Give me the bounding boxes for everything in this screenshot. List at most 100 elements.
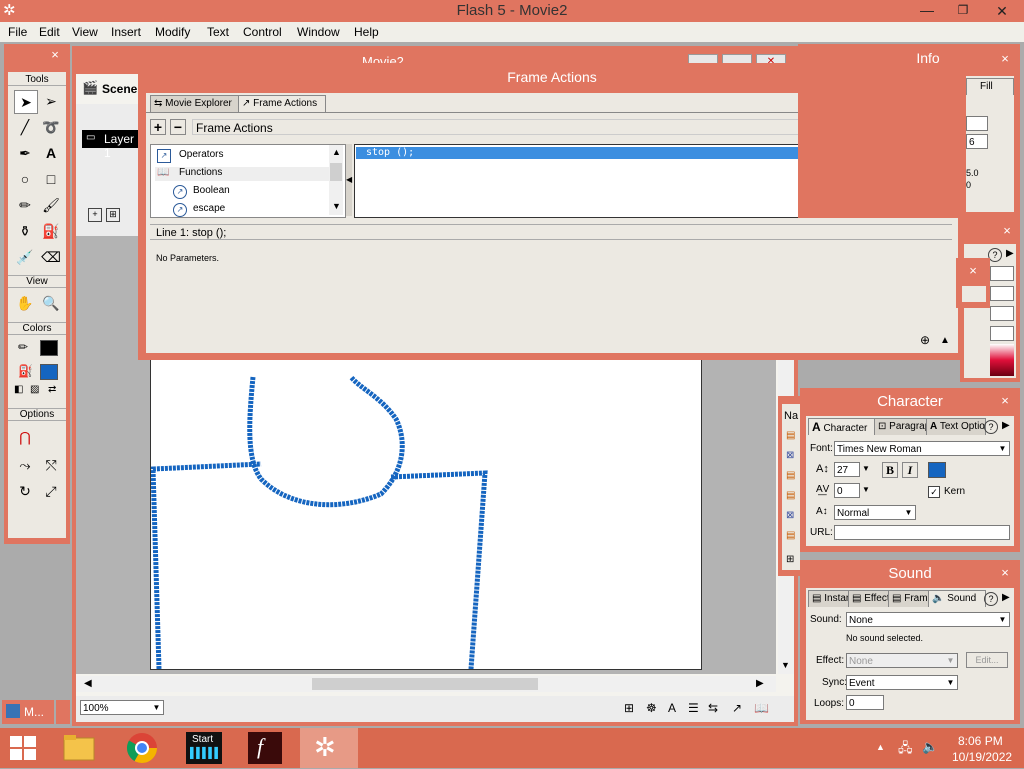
sound-menu-arrow-icon[interactable]: ▶ bbox=[1002, 592, 1010, 603]
library-item-icon[interactable]: ▤ bbox=[786, 530, 795, 541]
pen-tool-icon[interactable]: ✒ bbox=[14, 142, 36, 164]
kern-checkbox[interactable]: ✓ bbox=[928, 486, 940, 498]
stroke-color-swatch[interactable] bbox=[40, 340, 58, 356]
mixer-field-2[interactable] bbox=[990, 286, 1014, 301]
restore-button[interactable]: ❐ bbox=[948, 0, 978, 22]
straighten-icon[interactable]: ⤲ bbox=[40, 454, 62, 476]
minimized-window[interactable]: M... bbox=[2, 700, 54, 724]
zoom-select[interactable]: 100% ▼ bbox=[80, 700, 164, 715]
remove-action-button[interactable]: − bbox=[170, 119, 186, 135]
library-item-icon[interactable]: ▤ bbox=[786, 470, 795, 481]
character-close-button[interactable]: × bbox=[994, 392, 1016, 410]
menu-control[interactable]: Control bbox=[243, 25, 282, 39]
library-item-icon[interactable]: ⊠ bbox=[786, 510, 794, 521]
oval-tool-icon[interactable]: ○ bbox=[14, 168, 36, 190]
tab-instance[interactable]: ▤ Instance bbox=[808, 590, 852, 607]
mixer-field-1[interactable] bbox=[990, 266, 1014, 281]
sound-close-button[interactable]: × bbox=[994, 564, 1016, 582]
color-spectrum[interactable] bbox=[990, 344, 1014, 376]
clock-time[interactable]: 8:06 PM bbox=[958, 734, 1003, 748]
scale-icon[interactable]: ⤢ bbox=[40, 480, 62, 502]
network-icon[interactable]: 🖧 bbox=[898, 739, 913, 761]
file-explorer-icon[interactable] bbox=[62, 732, 100, 764]
loops-field[interactable]: 0 bbox=[846, 695, 884, 710]
menu-view[interactable]: View bbox=[72, 25, 98, 39]
add-guide-layer-icon[interactable]: ⊞ bbox=[106, 208, 120, 222]
library-item-icon[interactable]: ⊠ bbox=[786, 450, 794, 461]
tab-fill[interactable]: Fill bbox=[966, 78, 1014, 95]
mixer-help-icon[interactable]: ? bbox=[988, 248, 1002, 262]
snap-magnet-icon[interactable]: ⋂ bbox=[14, 426, 36, 448]
character-help-icon[interactable]: ? bbox=[984, 420, 998, 434]
text-color-swatch[interactable] bbox=[928, 462, 946, 478]
no-color-icon[interactable]: ▨ bbox=[30, 384, 39, 395]
menu-help[interactable]: Help bbox=[354, 25, 379, 39]
tracking-field[interactable]: 0 bbox=[834, 483, 860, 498]
ink-bottle-tool-icon[interactable]: ⚱ bbox=[14, 220, 36, 242]
info-close-button[interactable]: × bbox=[994, 50, 1016, 68]
sync-select[interactable]: Event ▼ bbox=[846, 675, 958, 690]
character-panel-icon[interactable]: A bbox=[668, 701, 676, 715]
menu-modify[interactable]: Modify bbox=[155, 25, 190, 39]
layer-row[interactable]: ▭ Layer 1 bbox=[82, 130, 142, 160]
library-item-icon[interactable]: ▤ bbox=[786, 490, 795, 501]
windows-start-icon[interactable] bbox=[10, 736, 38, 760]
info-field-1[interactable] bbox=[966, 116, 988, 131]
bold-button[interactable]: B bbox=[882, 462, 898, 478]
tracking-dropdown-icon[interactable]: ▼ bbox=[862, 485, 870, 494]
tree-scrollbar[interactable]: ▲ ▼ bbox=[329, 145, 343, 215]
add-action-button[interactable]: + bbox=[150, 119, 166, 135]
line-tool-icon[interactable]: ╱ bbox=[14, 116, 36, 138]
fill-color-swatch[interactable] bbox=[40, 364, 58, 380]
dropper-tool-icon[interactable]: 💉 bbox=[14, 246, 36, 268]
tree-scroll-thumb[interactable] bbox=[330, 163, 342, 181]
sound-help-icon[interactable]: ? bbox=[984, 592, 998, 606]
sound-select[interactable]: None ▼ bbox=[846, 612, 1010, 627]
tab-effect[interactable]: ▤ Effect bbox=[848, 590, 892, 607]
eraser-tool-icon[interactable]: ⌫ bbox=[40, 246, 62, 268]
minimized-window-2[interactable] bbox=[56, 700, 70, 724]
tree-item-functions[interactable]: 📖 Functions bbox=[155, 167, 331, 181]
subselect-tool-icon[interactable]: ➢ bbox=[40, 90, 62, 112]
instance-panel-icon[interactable]: ☰ bbox=[688, 701, 699, 715]
info-panel-icon[interactable]: ⊞ bbox=[624, 701, 634, 715]
splitter-handle[interactable]: ◀ bbox=[346, 144, 352, 216]
default-colors-icon[interactable]: ◧ bbox=[14, 384, 23, 395]
add-layer-icon[interactable]: + bbox=[88, 208, 102, 222]
library-new-symbol-icon[interactable]: ⊞ bbox=[786, 554, 794, 565]
menu-file[interactable]: File bbox=[8, 25, 27, 39]
tree-item-operators[interactable]: ↗ Operators bbox=[155, 149, 331, 163]
info-field-2[interactable]: 6 bbox=[966, 134, 988, 149]
menu-text[interactable]: Text bbox=[207, 25, 229, 39]
flash5-taskbar-icon[interactable]: ✲ bbox=[300, 728, 358, 768]
tab-paragraph[interactable]: ⊡ Paragraph bbox=[874, 418, 930, 435]
mixer-panel-icon[interactable]: ☸ bbox=[646, 701, 657, 715]
mixer-field-3[interactable] bbox=[990, 306, 1014, 321]
tray-up-arrow-icon[interactable]: ▲ bbox=[876, 742, 885, 752]
tree-item-boolean[interactable]: ↗ Boolean bbox=[171, 185, 331, 199]
swap-colors-icon[interactable]: ⇄ bbox=[48, 384, 56, 395]
tree-item-escape[interactable]: ↗ escape bbox=[171, 203, 331, 217]
library-item-icon[interactable]: ▤ bbox=[786, 430, 795, 441]
tab-frame-actions[interactable]: ↗ Frame Actions bbox=[238, 95, 326, 112]
brush-tool-icon[interactable]: 🖌 bbox=[40, 194, 62, 216]
actions-panel-icon[interactable]: ↗ bbox=[732, 701, 742, 715]
smooth-icon[interactable]: ⤳ bbox=[14, 454, 36, 476]
tab-character[interactable]: A Character bbox=[808, 418, 878, 435]
scroll-left-arrow[interactable]: ◀ bbox=[84, 678, 92, 689]
pencil-tool-icon[interactable]: ✏ bbox=[14, 194, 36, 216]
url-field[interactable] bbox=[834, 525, 1010, 540]
menu-window[interactable]: Window bbox=[297, 25, 340, 39]
italic-button[interactable]: I bbox=[902, 462, 918, 478]
text-tool-icon[interactable]: A bbox=[40, 142, 62, 164]
character-menu-arrow-icon[interactable]: ▶ bbox=[1002, 420, 1010, 431]
target-crosshair-icon[interactable]: ⊕ bbox=[920, 333, 930, 347]
tab-frame[interactable]: ▤ Frame bbox=[888, 590, 932, 607]
rectangle-tool-icon[interactable]: □ bbox=[40, 168, 62, 190]
volume-icon[interactable]: 🔈 bbox=[922, 739, 938, 755]
scroll-right-arrow[interactable]: ▶ bbox=[756, 678, 764, 689]
mixer-menu-arrow-icon[interactable]: ▶ bbox=[1006, 248, 1014, 259]
flash-taskbar-icon[interactable]: f bbox=[248, 732, 282, 764]
clock-date[interactable]: 10/19/2022 bbox=[952, 750, 1012, 764]
menu-edit[interactable]: Edit bbox=[39, 25, 60, 39]
